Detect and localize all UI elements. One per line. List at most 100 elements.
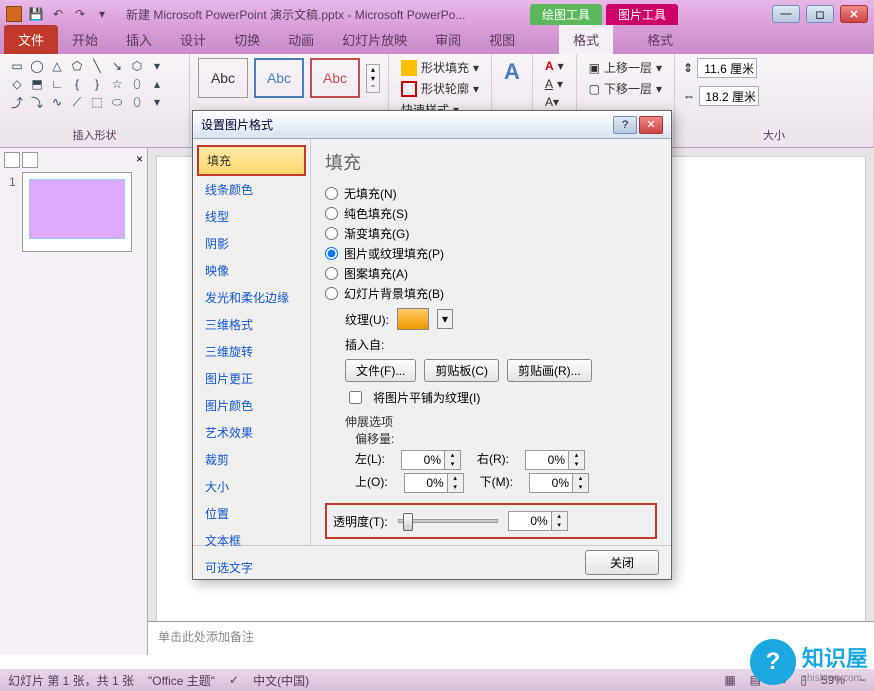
offset-top-input[interactable] bbox=[404, 473, 448, 493]
nav-pic-color[interactable]: 图片颜色 bbox=[197, 392, 306, 419]
status-language[interactable]: 中文(中国) bbox=[253, 672, 309, 689]
insert-clipart-button[interactable]: 剪贴画(R)... bbox=[507, 359, 592, 382]
gallery-down-icon[interactable]: ▾ bbox=[367, 74, 379, 83]
tile-checkbox[interactable] bbox=[349, 391, 362, 404]
nav-crop[interactable]: 裁剪 bbox=[197, 446, 306, 473]
tab-picture-format[interactable]: 格式 bbox=[633, 25, 687, 54]
outline-icon bbox=[401, 81, 417, 97]
tab-animations[interactable]: 动画 bbox=[274, 25, 328, 54]
context-tab-drawing[interactable]: 绘图工具 bbox=[530, 4, 602, 25]
shape-fill-button[interactable]: 形状填充 ▾ bbox=[397, 58, 483, 77]
nav-textbox[interactable]: 文本框 bbox=[197, 527, 306, 554]
close-button[interactable]: ✕ bbox=[840, 5, 868, 23]
thumb-close-icon[interactable]: × bbox=[136, 152, 143, 168]
texture-picker-button[interactable] bbox=[397, 308, 429, 330]
tab-view[interactable]: 视图 bbox=[475, 25, 529, 54]
nav-line-style[interactable]: 线型 bbox=[197, 203, 306, 230]
slide-preview bbox=[29, 179, 125, 239]
view-normal-icon[interactable]: ▦ bbox=[724, 673, 735, 687]
redo-icon[interactable]: ↷ bbox=[70, 5, 90, 23]
tab-file[interactable]: 文件 bbox=[4, 25, 58, 54]
context-tab-picture[interactable]: 图片工具 bbox=[606, 4, 678, 25]
tab-transitions[interactable]: 切换 bbox=[220, 25, 274, 54]
text-outline-button[interactable]: A▾ bbox=[541, 76, 568, 92]
nav-size[interactable]: 大小 bbox=[197, 473, 306, 500]
slide-thumbnail-1[interactable]: 1 bbox=[22, 172, 132, 252]
shape-style-1[interactable]: Abc bbox=[198, 58, 248, 98]
status-theme: "Office 主题" bbox=[148, 672, 215, 689]
outline-tab[interactable] bbox=[22, 152, 38, 168]
dialog-title: 设置图片格式 bbox=[201, 116, 273, 133]
radio-picture-fill[interactable] bbox=[325, 247, 338, 260]
qat-more-icon[interactable]: ▾ bbox=[92, 5, 112, 23]
nav-glow[interactable]: 发光和柔化边缘 bbox=[197, 284, 306, 311]
shapes-gallery[interactable]: ▭◯△⬠╲↘⬡▾ ◇⬒∟{}☆⬯▴ ⤴⤵∿⟋⬚⬭⬯▾ bbox=[8, 58, 178, 126]
logo-icon: ? bbox=[750, 639, 796, 685]
transparency-input[interactable] bbox=[508, 511, 552, 531]
slides-tab[interactable] bbox=[4, 152, 20, 168]
gallery-more-icon[interactable]: ⁼ bbox=[367, 83, 379, 92]
bring-forward-button[interactable]: ▣ 上移一层 ▾ bbox=[585, 58, 666, 77]
width-icon: ⇔ bbox=[683, 89, 695, 103]
tab-drawing-format[interactable]: 格式 bbox=[559, 25, 613, 54]
slide-number: 1 bbox=[9, 175, 16, 189]
transparency-slider[interactable] bbox=[398, 519, 498, 523]
minimize-button[interactable]: — bbox=[772, 5, 800, 23]
tab-slideshow[interactable]: 幻灯片放映 bbox=[328, 25, 421, 54]
tab-review[interactable]: 审阅 bbox=[421, 25, 475, 54]
watermark-logo: ? 知识屋 zhishiwu.com bbox=[750, 639, 868, 685]
dialog-close-button[interactable]: ✕ bbox=[639, 116, 663, 134]
insert-clipboard-button[interactable]: 剪贴板(C) bbox=[424, 359, 499, 382]
send-backward-button[interactable]: ▢ 下移一层 ▾ bbox=[585, 79, 666, 98]
save-icon[interactable]: 💾 bbox=[26, 5, 46, 23]
width-input[interactable] bbox=[699, 86, 759, 106]
gallery-up-icon[interactable]: ▴ bbox=[367, 65, 379, 74]
insert-file-button[interactable]: 文件(F)... bbox=[345, 359, 416, 382]
dialog-nav: 填充 线条颜色 线型 阴影 映像 发光和柔化边缘 三维格式 三维旋转 图片更正 … bbox=[193, 139, 311, 545]
offset-left-input[interactable] bbox=[401, 450, 445, 470]
group-label-shapes: 插入形状 bbox=[8, 127, 181, 143]
maximize-button[interactable]: ◻ bbox=[806, 5, 834, 23]
slider-thumb[interactable] bbox=[403, 513, 413, 531]
radio-bg-fill[interactable] bbox=[325, 287, 338, 300]
dialog-close-bottom-button[interactable]: 关闭 bbox=[585, 550, 659, 575]
status-slide-count: 幻灯片 第 1 张，共 1 张 bbox=[8, 672, 134, 689]
fill-icon bbox=[401, 60, 417, 76]
dropdown-icon[interactable]: ▾ bbox=[437, 309, 453, 329]
nav-line-color[interactable]: 线条颜色 bbox=[197, 176, 306, 203]
radio-gradient-fill[interactable] bbox=[325, 227, 338, 240]
format-picture-dialog: 设置图片格式 ? ✕ 填充 线条颜色 线型 阴影 映像 发光和柔化边缘 三维格式… bbox=[192, 110, 672, 580]
height-icon: ⇕ bbox=[683, 61, 693, 75]
shape-style-3[interactable]: Abc bbox=[310, 58, 360, 98]
nav-fill[interactable]: 填充 bbox=[197, 145, 306, 176]
text-fill-button[interactable]: A▾ bbox=[541, 58, 568, 74]
offset-right-input[interactable] bbox=[525, 450, 569, 470]
text-effects-button[interactable]: A▾ bbox=[541, 94, 568, 110]
height-input[interactable] bbox=[697, 58, 757, 78]
radio-solid-fill[interactable] bbox=[325, 207, 338, 220]
nav-shadow[interactable]: 阴影 bbox=[197, 230, 306, 257]
wordart-button[interactable]: A bbox=[500, 58, 524, 86]
nav-reflection[interactable]: 映像 bbox=[197, 257, 306, 284]
transparency-label: 透明度(T): bbox=[333, 513, 388, 530]
nav-pic-correct[interactable]: 图片更正 bbox=[197, 365, 306, 392]
tab-home[interactable]: 开始 bbox=[58, 25, 112, 54]
tab-insert[interactable]: 插入 bbox=[112, 25, 166, 54]
undo-icon[interactable]: ↶ bbox=[48, 5, 68, 23]
wordart-icon: A bbox=[504, 59, 520, 85]
nav-position[interactable]: 位置 bbox=[197, 500, 306, 527]
shape-outline-button[interactable]: 形状轮廓 ▾ bbox=[397, 79, 483, 98]
quick-access-toolbar: 💾 ↶ ↷ ▾ bbox=[26, 5, 112, 23]
group-label-size: 大小 bbox=[683, 127, 865, 143]
dialog-help-button[interactable]: ? bbox=[613, 116, 637, 134]
tab-design[interactable]: 设计 bbox=[166, 25, 220, 54]
offset-bottom-input[interactable] bbox=[529, 473, 573, 493]
nav-3d-rotation[interactable]: 三维旋转 bbox=[197, 338, 306, 365]
nav-alt-text[interactable]: 可选文字 bbox=[197, 554, 306, 581]
nav-artistic[interactable]: 艺术效果 bbox=[197, 419, 306, 446]
shape-style-2[interactable]: Abc bbox=[254, 58, 304, 98]
status-spell-icon[interactable]: ✓ bbox=[229, 673, 239, 687]
radio-pattern-fill[interactable] bbox=[325, 267, 338, 280]
nav-3d-format[interactable]: 三维格式 bbox=[197, 311, 306, 338]
radio-no-fill[interactable] bbox=[325, 187, 338, 200]
